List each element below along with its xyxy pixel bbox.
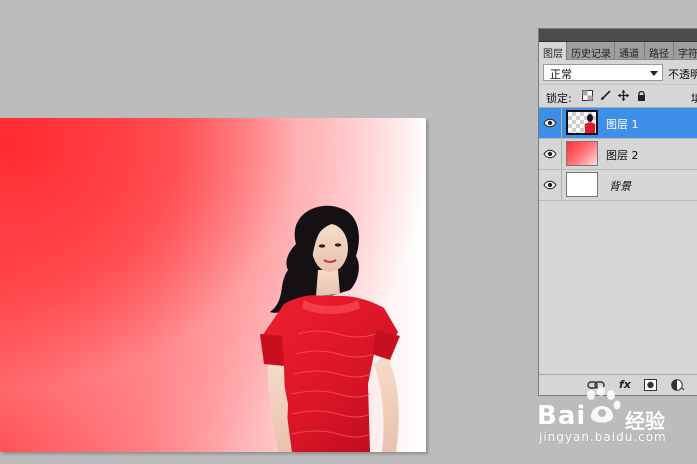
tab-history[interactable]: 历史记录 <box>567 42 615 59</box>
watermark-brand: Bai <box>537 401 587 431</box>
document-canvas[interactable] <box>0 118 426 452</box>
layer-thumbnail <box>566 172 598 197</box>
eye-icon <box>543 118 557 128</box>
lock-transparent-pixels-icon[interactable] <box>582 90 593 101</box>
panel-title-bar[interactable] <box>539 29 697 42</box>
woman-thumbnail-icon <box>585 114 595 133</box>
eye-icon <box>543 180 557 190</box>
layer-row-2[interactable]: 图层 2 <box>539 139 697 170</box>
eye-icon <box>543 149 557 159</box>
lock-position-move-icon[interactable] <box>618 90 629 101</box>
fill-label: 填 <box>691 92 697 105</box>
tab-channels[interactable]: 通道 <box>615 42 645 59</box>
opacity-label: 不透明 <box>668 68 697 81</box>
visibility-toggle[interactable] <box>539 139 562 169</box>
blend-mode-dropdown[interactable]: 正常 <box>543 64 663 81</box>
blend-mode-row: 正常 不透明 <box>539 60 697 84</box>
tab-layers[interactable]: 图层 <box>539 42 567 60</box>
layer-thumbnail <box>566 110 598 135</box>
lock-image-pixels-brush-icon[interactable] <box>600 90 611 101</box>
layers-panel: 图层 历史记录 通道 路径 字符 正常 不透明 锁定: 填 图层 1 图层 2 … <box>538 28 697 396</box>
visibility-toggle[interactable] <box>539 170 562 200</box>
tab-paths[interactable]: 路径 <box>645 42 674 59</box>
lock-row: 锁定: 填 <box>539 84 697 107</box>
layer-name[interactable]: 图层 2 <box>606 147 639 163</box>
visibility-toggle[interactable] <box>539 108 562 138</box>
layer-name[interactable]: 背景 <box>609 178 631 194</box>
tab-character[interactable]: 字符 <box>674 42 697 59</box>
chevron-down-icon <box>650 71 658 76</box>
watermark-url: jingyan.baidu.com <box>539 430 667 444</box>
woman-in-red-dress-image <box>260 205 400 452</box>
lock-label: 锁定: <box>546 92 572 105</box>
panel-tabs: 图层 历史记录 通道 路径 字符 <box>539 42 697 60</box>
lock-all-padlock-icon[interactable] <box>636 90 647 101</box>
layer-name[interactable]: 图层 1 <box>606 116 639 132</box>
layer-row-background[interactable]: 背景 <box>539 170 697 201</box>
layer-thumbnail <box>566 141 598 166</box>
layer-row-1[interactable]: 图层 1 <box>539 108 697 139</box>
layers-list: 图层 1 图层 2 背景 <box>539 107 697 201</box>
blend-mode-value: 正常 <box>550 68 572 81</box>
baidu-jingyan-watermark: Bai 经验 jingyan.baidu.com <box>535 385 697 449</box>
